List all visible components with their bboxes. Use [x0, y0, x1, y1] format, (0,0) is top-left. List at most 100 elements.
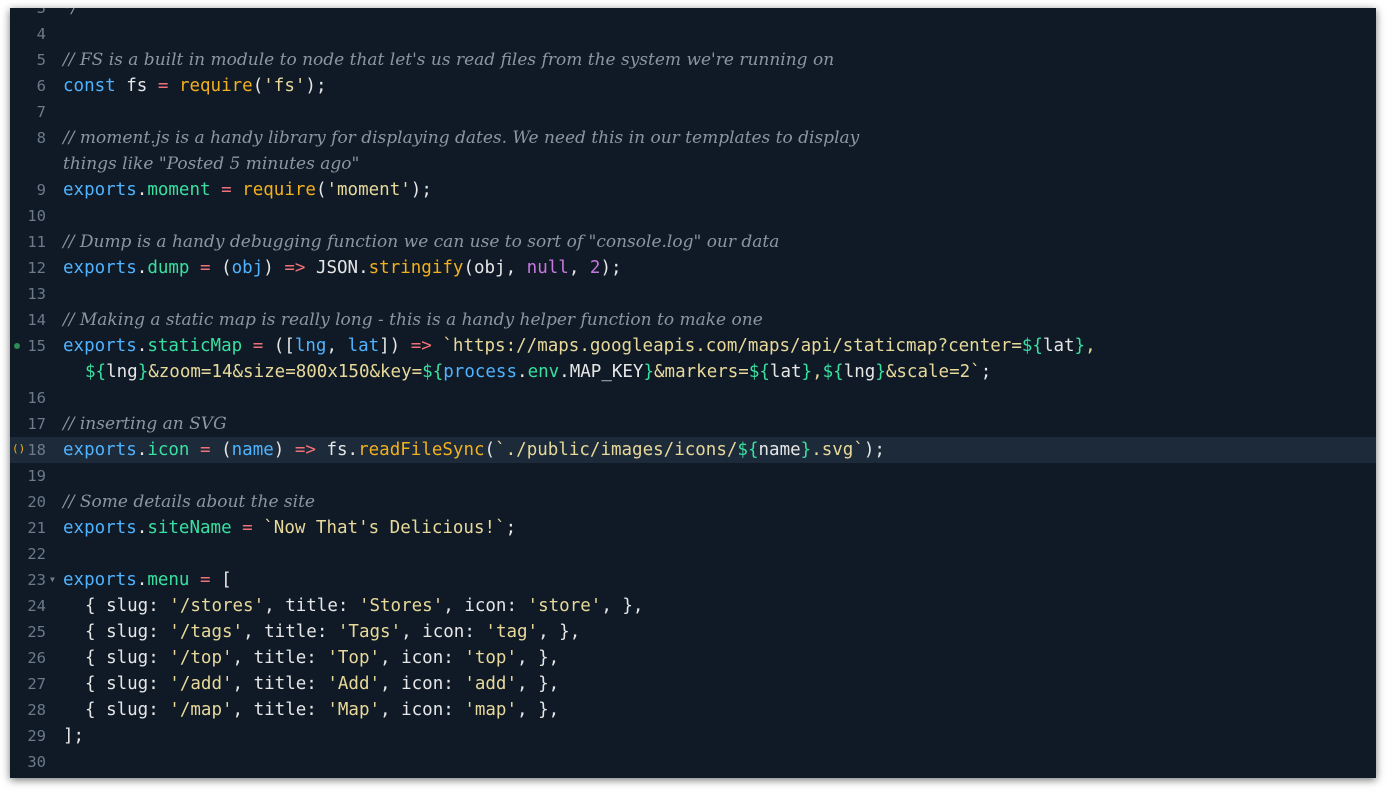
line-number: 6 — [36, 77, 46, 95]
code-token: exports — [63, 258, 137, 278]
code-line[interactable]: 25 { slug: '/tags', title: 'Tags', icon: … — [10, 619, 1376, 645]
code-token: . — [136, 258, 148, 278]
code-token: } — [800, 440, 812, 460]
code-token: ; — [980, 362, 992, 382]
code-token: 'Tags' — [337, 622, 402, 642]
code-line[interactable]: 5 // FS is a built in module to node that… — [10, 47, 1376, 73]
code-token: exports — [63, 440, 137, 460]
code-line[interactable]: 21 exports.siteName = `Now That's Delicio… — [10, 515, 1376, 541]
code-token: . — [136, 180, 148, 200]
code-text[interactable]: ]; — [63, 723, 84, 749]
code-token: = — [200, 440, 211, 460]
code-token: exports — [63, 336, 137, 356]
line-number: 22 — [27, 545, 46, 563]
code-text[interactable]: // moment.js is a handy library for disp… — [63, 125, 859, 151]
code-token: staticMap — [147, 336, 243, 356]
line-number: 24 — [27, 597, 46, 615]
code-text[interactable]: exports.moment = require('moment'); — [63, 177, 432, 203]
code-text[interactable]: // inserting an SVG — [63, 411, 227, 437]
code-text[interactable]: exports.dump = (obj) => JSON.stringify(o… — [63, 255, 622, 281]
code-comment: // FS is a built in module to node that … — [63, 50, 835, 70]
code-line[interactable]: 9 exports.moment = require('moment'); — [10, 177, 1376, 203]
code-line[interactable]: 13 — [10, 281, 1376, 307]
code-text[interactable]: // FS is a built in module to node that … — [63, 47, 834, 73]
code-text[interactable]: { slug: '/add', title: 'Add', icon: 'add… — [85, 671, 559, 697]
fold-arrow-icon[interactable]: ▼ — [50, 575, 55, 584]
code-token: ${ — [1021, 336, 1043, 356]
line-number: 5 — [36, 51, 46, 69]
code-line[interactable]: 7 — [10, 99, 1376, 125]
line-number: 10 — [27, 207, 46, 225]
code-text[interactable]: exports.staticMap = ([lng, lat]) => `htt… — [63, 333, 1096, 359]
code-token: 2 — [589, 258, 601, 278]
code-token: 'Top' — [327, 648, 381, 668]
code-token: [ — [210, 570, 232, 590]
code-text[interactable]: exports.menu = [ — [63, 567, 232, 593]
code-line[interactable]: 8 // moment.js is a handy library for dis… — [10, 125, 1376, 151]
code-text[interactable]: // Some details about the site — [63, 489, 315, 515]
code-text[interactable]: { slug: '/stores', title: 'Stores', icon… — [85, 593, 643, 619]
code-line-wrapped[interactable]: ${lng}&zoom=14&size=800x150&key=${proces… — [10, 359, 1376, 385]
code-line[interactable]: 23 ▼ exports.menu = [ — [10, 567, 1376, 593]
line-number: 26 — [27, 649, 46, 667]
code-token: `./public/images/icons/ — [495, 440, 738, 460]
code-token: . — [517, 362, 528, 382]
code-token: } — [643, 362, 655, 382]
code-token: 'Add' — [327, 674, 381, 694]
code-text[interactable]: { slug: '/map', title: 'Map', icon: 'map… — [85, 697, 559, 723]
code-line[interactable]: 16 — [10, 385, 1376, 411]
code-line[interactable]: 26 { slug: '/top', title: 'Top', icon: 't… — [10, 645, 1376, 671]
code-line[interactable]: 20 // Some details about the site — [10, 489, 1376, 515]
code-text[interactable]: { slug: '/tags', title: 'Tags', icon: 't… — [85, 619, 580, 645]
code-line[interactable]: 19 — [10, 463, 1376, 489]
code-text[interactable]: // Making a static map is really long - … — [63, 307, 763, 333]
code-token: , icon: — [401, 622, 486, 642]
code-line[interactable]: 10 — [10, 203, 1376, 229]
code-token: ${ — [85, 362, 107, 382]
code-text[interactable]: const fs = require('fs'); — [63, 73, 326, 99]
line-number: 16 — [27, 389, 46, 407]
code-text[interactable]: { slug: '/top', title: 'Top', icon: 'top… — [85, 645, 559, 671]
code-line[interactable]: 18() exports.icon = (name) => fs.readFile… — [10, 437, 1376, 463]
code-text[interactable]: exports.icon = (name) => fs.readFileSync… — [63, 437, 885, 463]
code-editor[interactable]: 3 */ 4 5 // FS is a built in module to node … — [10, 8, 1376, 778]
code-comment: // Dump is a handy debugging function we… — [63, 232, 780, 252]
git-change-dot-icon — [14, 343, 20, 349]
code-line[interactable]: 24 { slug: '/stores', title: 'Stores', ic… — [10, 593, 1376, 619]
line-number: 28 — [27, 701, 46, 719]
code-line[interactable]: 29]; — [10, 723, 1376, 749]
code-line[interactable]: 30 — [10, 749, 1376, 775]
code-line[interactable]: 6 const fs = require('fs'); — [10, 73, 1376, 99]
code-token: menu — [147, 570, 190, 590]
line-number: 30 — [27, 753, 46, 771]
code-line[interactable]: 3 */ — [10, 8, 1376, 21]
code-line[interactable]: 22 — [10, 541, 1376, 567]
code-token: = — [200, 258, 211, 278]
code-text[interactable]: // Dump is a handy debugging function we… — [63, 229, 779, 255]
code-text[interactable]: */ — [63, 8, 77, 21]
code-line[interactable]: 17 // inserting an SVG — [10, 411, 1376, 437]
code-token: } — [801, 362, 813, 382]
code-token: obj — [231, 258, 264, 278]
code-text[interactable]: ${lng}&zoom=14&size=800x150&key=${proces… — [85, 359, 991, 385]
code-token: { slug: — [85, 596, 170, 616]
code-token: => — [410, 336, 432, 356]
code-line[interactable]: 14 // Making a static map is really long … — [10, 307, 1376, 333]
code-line[interactable]: 27 { slug: '/add', title: 'Add', icon: 'a… — [10, 671, 1376, 697]
code-text[interactable]: things like "Posted 5 minutes ago" — [63, 151, 359, 177]
code-line[interactable]: 12 exports.dump = (obj) => JSON.stringify… — [10, 255, 1376, 281]
line-number: 12 — [27, 259, 46, 277]
code-line[interactable]: 28 { slug: '/map', title: 'Map', icon: 'm… — [10, 697, 1376, 723]
code-token: ) — [273, 440, 295, 460]
code-token: => — [284, 258, 306, 278]
code-line[interactable]: 4 — [10, 21, 1376, 47]
code-line-wrapped[interactable]: things like "Posted 5 minutes ago" — [10, 151, 1376, 177]
code-token: ${ — [422, 362, 444, 382]
code-text[interactable]: exports.siteName = `Now That's Delicious… — [63, 515, 516, 541]
code-line[interactable]: 11 // Dump is a handy debugging function … — [10, 229, 1376, 255]
code-token: ( — [484, 440, 496, 460]
code-line[interactable]: 15 exports.staticMap = ([lng, lat]) => `h… — [10, 333, 1376, 359]
